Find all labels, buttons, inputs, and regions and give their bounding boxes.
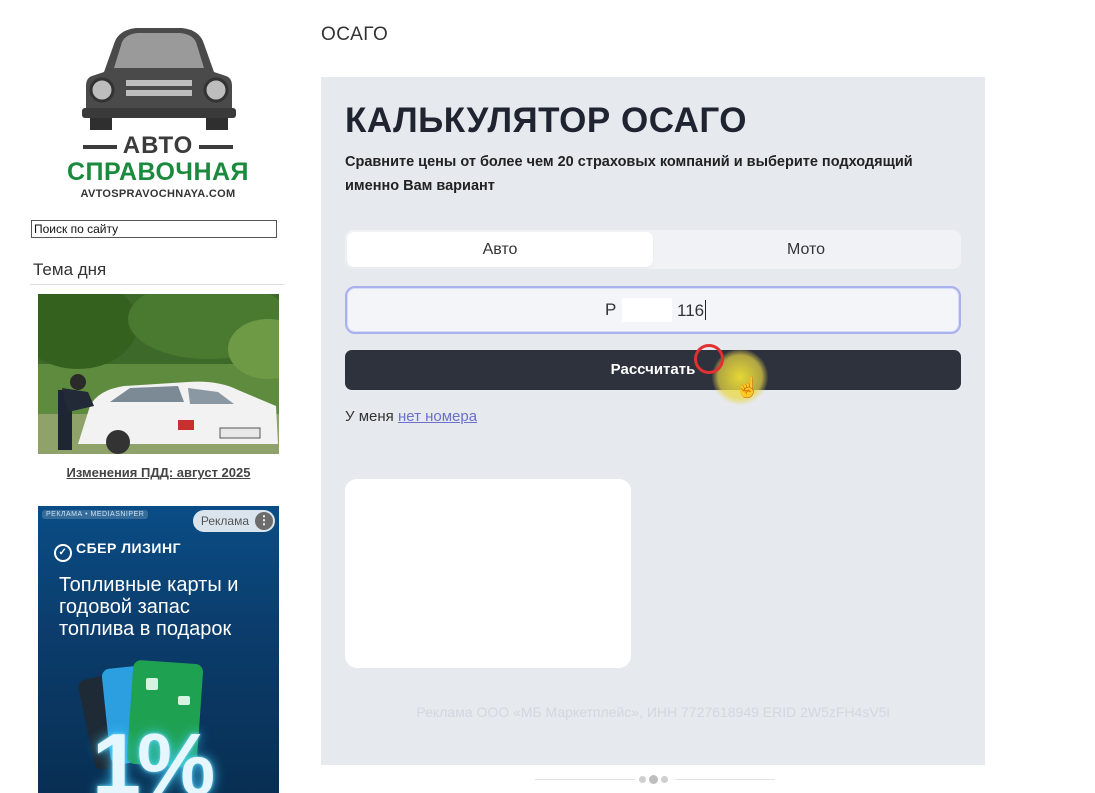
calculator-title: КАЛЬКУЛЯТОР ОСАГО (345, 101, 747, 140)
sidebar: АВТО СПРАВОЧНАЯ AVTOSPRAVOCHNAYA.COM Тем… (0, 0, 300, 793)
divider (30, 284, 285, 285)
carousel-line-left (535, 779, 635, 780)
plate-suffix-text: 116 (677, 301, 705, 320)
no-number-line: У меня нет номера (345, 408, 477, 425)
carousel-dot[interactable] (639, 776, 646, 783)
ad-brand: ✓ СБЕР ЛИЗИНГ (54, 540, 181, 562)
page-heading: ОСАГО (321, 24, 389, 45)
carousel-dot-active[interactable] (649, 775, 658, 784)
text-caret (705, 300, 707, 320)
ad-disclaimer: Реклама ООО «МБ Маркетплейс», ИНН 772761… (416, 704, 890, 720)
logo-top-text: АВТО (56, 132, 260, 160)
calculate-button[interactable]: Рассчитать (345, 350, 961, 390)
osago-calculator-panel: КАЛЬКУЛЯТОР ОСАГО Сравните цены от более… (321, 77, 985, 765)
logo-url-text: AVTOSPRAVOCHNAYA.COM (80, 188, 236, 200)
car-logo-icon (82, 28, 236, 130)
carousel-line-right (675, 779, 775, 780)
logo-main-text: СПРАВОЧНАЯ (66, 158, 250, 186)
ad-chip-label: Реклама (200, 514, 249, 528)
ad-brand-text: СБЕР ЛИЗИНГ (76, 540, 182, 556)
calculator-subtitle: Сравните цены от более чем 20 страховых … (345, 154, 913, 194)
tab-moto[interactable]: Мото (653, 232, 959, 267)
click-indicator-icon (694, 344, 724, 374)
carousel-indicator[interactable] (535, 775, 780, 784)
plate-suffix: 116 (677, 300, 707, 321)
ad-percent-graphic: 1% (92, 715, 215, 793)
ad-placeholder-box[interactable] (345, 479, 631, 668)
ad-source-tag: РЕКЛАМА • MEDIASNIPER (42, 510, 149, 519)
checkmark-logo-icon: ✓ (54, 544, 72, 562)
carousel-dot[interactable] (661, 776, 668, 783)
sidebar-ad-banner[interactable]: РЕКЛАМА • MEDIASNIPER Реклама ⋮ ✓ СБЕР ЛИ… (38, 506, 279, 793)
ad-headline: Топливные карты и годовой запас топлива … (59, 574, 239, 640)
site-search-input[interactable] (31, 220, 277, 238)
plate-prefix: Р (605, 300, 617, 319)
hand-pointer-icon: ☝ (735, 377, 760, 399)
day-section-title: Тема дня (33, 260, 107, 279)
more-options-icon[interactable]: ⋮ (255, 512, 273, 530)
day-article-photo[interactable] (38, 294, 279, 454)
tab-auto[interactable]: Авто (347, 232, 653, 267)
license-plate-input[interactable]: Р 116 (345, 286, 961, 334)
site-logo[interactable]: АВТО СПРАВОЧНАЯ AVTOSPRAVOCHNAYA.COM (56, 24, 260, 204)
day-article-link[interactable]: Изменения ПДД: август 2025 (38, 465, 279, 480)
no-number-link[interactable]: нет номера (398, 408, 477, 425)
vehicle-type-tabs: Авто Мото (345, 230, 961, 269)
no-number-prefix: У меня (345, 408, 394, 425)
plate-redaction (622, 298, 672, 322)
